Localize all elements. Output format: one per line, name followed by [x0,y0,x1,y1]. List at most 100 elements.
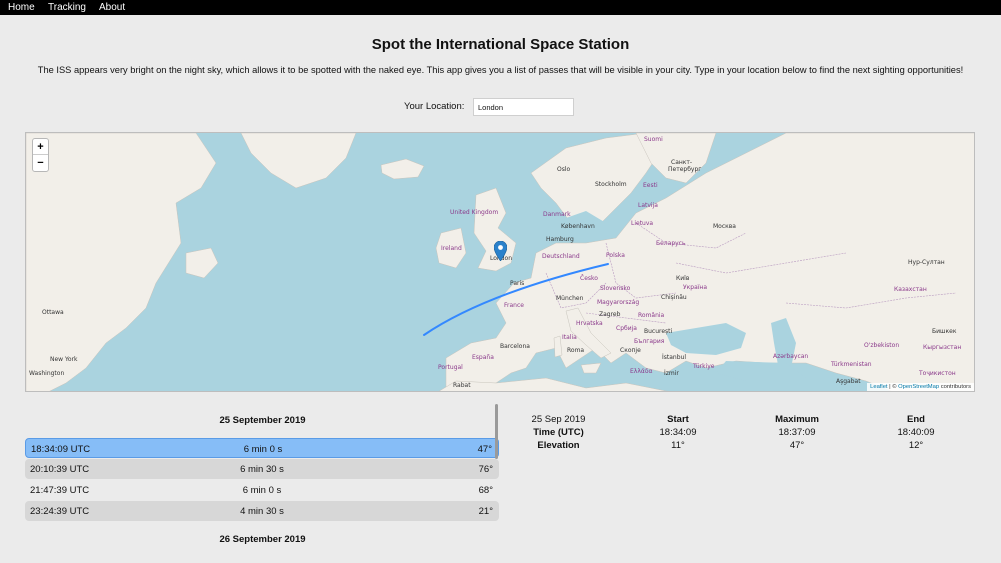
map-label: Chișinău [661,294,687,301]
map-label: Скопје [620,347,641,354]
detail-max-column: Maximum 18:37:09 47° [757,413,837,452]
map-label: Србија [616,325,637,332]
map-label: France [504,302,524,309]
pass-elevation: 68° [478,485,493,496]
map-label: Türkiye [692,363,715,370]
map-label: Stockholm [595,181,627,188]
map-label: Петербург [668,166,701,173]
detail-elevation-label: Elevation [537,440,580,451]
intro-text: The ISS appears very bright on the night… [37,65,964,75]
map-label: Polska [606,252,625,259]
map-label: İstanbul [662,354,686,361]
zoom-out-button[interactable]: − [33,155,48,171]
detail-end-column: End 18:40:09 12° [876,413,956,452]
detail-row-labels: 25 Sep 2019 Time (UTC) Elevation [521,413,596,452]
pass-time: 20:10:39 UTC [30,464,90,475]
pass-duration: 6 min 30 s [240,464,284,475]
detail-max-header: Maximum [775,414,819,425]
map-label: Eesti [643,182,658,189]
pass-time: 23:24:39 UTC [30,506,90,517]
map-label: United Kingdom [450,209,498,216]
zoom-in-button[interactable]: + [33,139,48,155]
map-label: България [634,338,665,345]
map-label: Кыргызстан [923,344,961,351]
map-label: Санкт- [671,159,692,166]
detail-date: 25 Sep 2019 [531,414,586,425]
pass-elevation: 76° [478,464,493,475]
map-label: Paris [510,280,524,287]
detail-end-time: 18:40:09 [897,427,935,438]
top-nav-bar: Home Tracking About [0,0,1001,15]
map-label: Zagreb [599,311,621,318]
map-label: Azərbaycan [773,353,808,360]
map-label: Portugal [438,364,463,371]
map-label: Київ [676,275,690,282]
map-label: København [561,223,595,230]
map-label: München [556,295,584,302]
map-label: New York [50,356,78,363]
detail-start-time: 18:34:09 [659,427,697,438]
map-label: İzmir [664,370,679,377]
pass-row[interactable]: 4 min 30 s 23:24:39 UTC 21° [25,501,499,521]
location-label: Your Location: [404,101,465,112]
page-title: Spot the International Space Station [371,36,630,53]
map-label: Danmark [543,211,571,218]
detail-start-column: Start 18:34:09 11° [638,413,718,452]
detail-start-elevation: 11° [671,440,685,451]
map-label: Hrvatska [576,320,603,327]
map-label: Казахстан [894,286,927,293]
detail-max-elevation: 47° [789,440,805,451]
pass-time: 18:34:09 UTC [31,444,91,455]
map-label: Italia [562,334,577,341]
attribution-separator: | © [887,384,899,390]
map-label: Türkmenistan [830,361,872,368]
detail-end-elevation: 12° [908,440,924,451]
map-label: România [638,312,665,319]
map-label: Ottawa [42,309,64,316]
osm-link[interactable]: OpenStreetMap [898,384,939,390]
detail-time-label: Time (UTC) [533,427,584,438]
location-input[interactable] [473,98,574,116]
map-label: Ελλάδα [630,368,653,375]
map-label: Нур-Султан [908,259,945,266]
attribution-suffix: contributors [939,384,971,390]
pass-row[interactable]: 6 min 0 s 21:47:39 UTC 68° [25,480,499,500]
pass-row[interactable]: 6 min 0 s 18:34:09 UTC 47° [25,438,499,458]
map-label: Бишкек [932,328,957,335]
map-label: Barcelona [500,343,530,350]
map-label: Slovensko [600,285,631,292]
map-label: Тоҷикистон [918,370,956,377]
map-label: Deutschland [542,253,580,260]
map-label: Roma [567,347,584,354]
detail-max-time: 18:37:09 [778,427,816,438]
map-label: Oslo [557,166,571,173]
map-label: Hamburg [546,236,574,243]
map-label: Washington [29,370,64,377]
map-label: Ireland [441,245,462,252]
map-label: București [644,328,673,335]
pass-list-scrollbar[interactable] [495,404,498,459]
pass-list[interactable]: 25 September 2019 6 min 0 s 18:34:09 UTC… [25,404,500,563]
pass-elevation: 47° [477,444,492,455]
pass-duration: 6 min 0 s [242,485,282,496]
map-label: Magyarország [597,299,639,306]
map-view[interactable]: Suomi Санкт- Петербург Oslo Stockholm Ee… [25,132,975,392]
map-label: Česko [580,275,598,282]
pass-time: 21:47:39 UTC [30,485,90,496]
nav-about[interactable]: About [99,1,125,14]
map-attribution: Leaflet | © OpenStreetMap contributors [867,383,974,391]
map-label: O'zbekiston [864,342,899,349]
pass-duration: 4 min 30 s [240,506,284,517]
leaflet-link[interactable]: Leaflet [870,384,887,390]
map-label: Москва [713,223,736,230]
pass-duration: 6 min 0 s [243,444,283,455]
nav-tracking[interactable]: Tracking [48,1,86,14]
map-label: Aşgabat [836,378,861,385]
nav-home[interactable]: Home [8,1,35,14]
map-tiles: Suomi Санкт- Петербург Oslo Stockholm Ee… [26,133,974,391]
pass-row[interactable]: 6 min 30 s 20:10:39 UTC 76° [25,459,499,479]
location-pin-icon[interactable] [494,241,507,261]
detail-end-header: End [907,414,925,425]
map-label: Suomi [644,136,663,143]
map-label: Rabat [453,382,471,389]
